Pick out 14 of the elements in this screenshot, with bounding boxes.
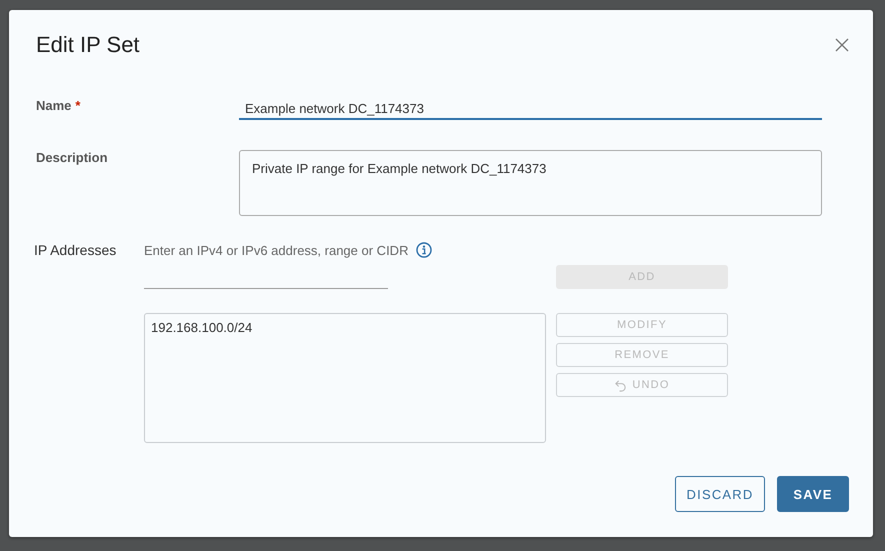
field-label: Name [36,98,72,113]
input-field[interactable]: Example network DC_1174373 [239,98,822,120]
info-icon[interactable] [416,242,432,258]
list-item[interactable]: 192.168.100.0/24 [151,319,539,336]
text-area[interactable]: Private IP range for Example network DC_1174373 [239,150,822,216]
close-icon[interactable] [835,38,849,52]
required-mark: * [75,98,80,113]
dialog-title: Edit IP Set [36,32,140,58]
save-button[interactable]: SAVE [777,476,849,512]
undo-icon [614,378,628,392]
discard-button[interactable]: DISCARD [675,476,765,512]
hint-text: Enter an IPv4 or IPv6 address, range or CIDR [144,242,408,258]
field-label: IP Addresses [34,241,118,258]
field-label: Description [36,150,108,165]
